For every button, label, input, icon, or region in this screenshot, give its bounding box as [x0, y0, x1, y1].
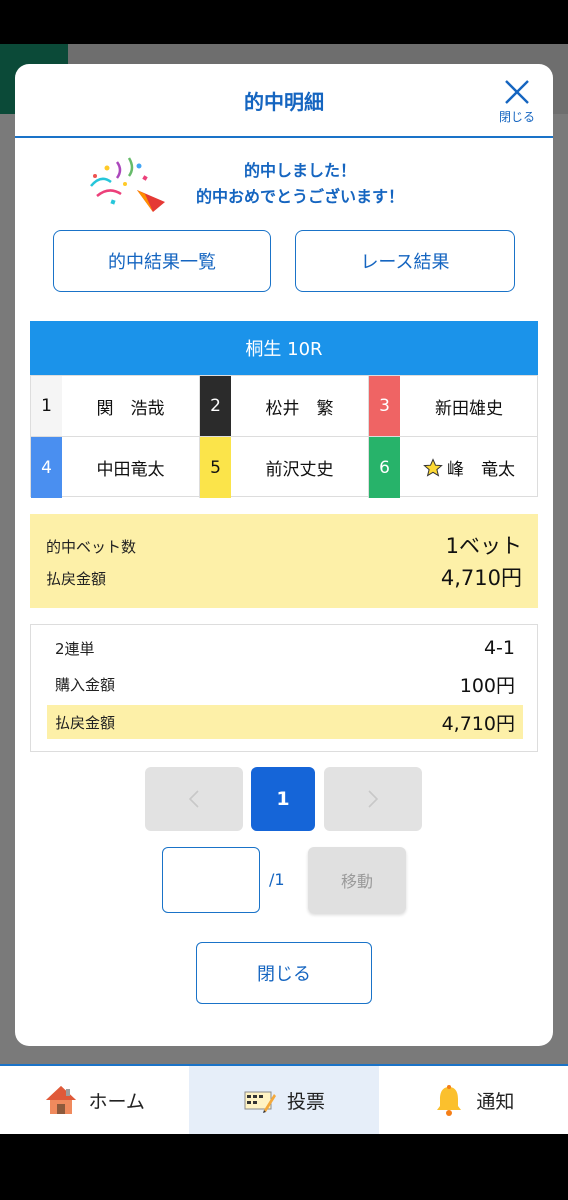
congrats-line-2: 的中おめでとうございます！ — [195, 187, 404, 206]
nav-notify[interactable]: 通知 — [379, 1066, 568, 1134]
nav-home[interactable]: ホーム — [0, 1066, 189, 1134]
detail-payout-label: 払戻金額 — [55, 713, 116, 732]
party-popper-icon — [90, 157, 165, 212]
nav-notify-label: 通知 — [476, 1090, 515, 1113]
nav-vote-label: 投票 — [286, 1090, 325, 1113]
close-icon — [505, 80, 529, 104]
nav-vote[interactable]: 投票 — [189, 1066, 379, 1134]
bet-count-label: 的中ベット数 — [46, 538, 137, 556]
racer-number: 3 — [369, 376, 400, 436]
racer-number: 6 — [369, 437, 400, 498]
status-bar — [0, 0, 568, 44]
current-page-button[interactable]: 1 — [251, 767, 315, 831]
modal-header: 的中明細 閉じる — [15, 64, 553, 138]
race-result-button[interactable]: レース結果 — [295, 230, 515, 292]
racer-1: 1 関 浩哉 — [31, 376, 200, 437]
purchase-value: 100円 — [459, 674, 515, 697]
racer-name: 松井 繁 — [265, 398, 334, 419]
page-total: /1 — [269, 870, 285, 889]
nav-home-label: ホーム — [88, 1090, 145, 1113]
racer-name: 中田竜太 — [96, 460, 165, 480]
page-number-input[interactable] — [162, 847, 260, 913]
next-page-button[interactable] — [324, 767, 422, 831]
hit-list-button[interactable]: 的中結果一覧 — [53, 230, 271, 292]
move-button[interactable]: 移動 — [308, 847, 406, 913]
bell-icon — [437, 1085, 462, 1116]
modal-close-button[interactable]: 閉じる — [495, 76, 539, 128]
purchase-row: 購入金額 100円 — [47, 667, 523, 701]
racer-number: 4 — [31, 437, 62, 498]
racer-4: 4 中田竜太 — [31, 437, 200, 498]
bet-type-row: 2連単 4-1 — [47, 631, 523, 665]
bet-type-label: 2連単 — [55, 639, 95, 658]
chevron-right-icon — [368, 790, 379, 808]
racer-name: 前沢丈史 — [265, 460, 334, 480]
racer-name: 峰 竜太 — [400, 455, 538, 480]
racer-grid: 1 関 浩哉 2 松井 繁 3 新田雄史 4 中田竜太 5 前沢丈史 6 峰 竜… — [30, 375, 538, 498]
star-icon — [423, 457, 443, 477]
payout-value: 4,710円 — [440, 566, 522, 590]
congrats-message: 的中しました！ 的中おめでとうございます！ — [15, 152, 553, 212]
racer-6: 6 峰 竜太 — [369, 437, 538, 498]
racer-number: 2 — [200, 376, 231, 436]
modal-title: 的中明細 — [244, 90, 324, 114]
hit-detail-modal: 的中明細 閉じる 的中しました！ 的中おめでとうございます！ 的中結果一覧 レー… — [15, 64, 553, 1046]
chevron-left-icon — [188, 790, 199, 808]
racer-3: 3 新田雄史 — [369, 376, 538, 437]
bet-type-value: 4-1 — [483, 637, 515, 659]
racer-number: 5 — [200, 437, 231, 498]
payout-label: 払戻金額 — [46, 570, 107, 588]
detail-payout-value: 4,710円 — [441, 712, 515, 735]
racer-5: 5 前沢丈史 — [200, 437, 369, 498]
system-nav-bar — [0, 1134, 568, 1200]
ticket-pen-icon — [244, 1091, 276, 1113]
racer-name: 新田雄史 — [435, 398, 503, 419]
congrats-line-1: 的中しました！ — [243, 161, 356, 180]
bottom-nav: ホーム 投票 通知 — [0, 1064, 568, 1134]
racer-number: 1 — [31, 376, 62, 436]
bet-detail: 2連単 4-1 購入金額 100円 払戻金額 4,710円 — [30, 624, 538, 752]
purchase-label: 購入金額 — [55, 675, 116, 694]
close-button[interactable]: 閉じる — [196, 942, 372, 1004]
racer-name: 関 浩哉 — [96, 398, 165, 419]
close-label: 閉じる — [498, 110, 535, 124]
detail-payout-row: 払戻金額 4,710円 — [47, 705, 523, 739]
racer-2: 2 松井 繁 — [200, 376, 369, 437]
home-icon — [46, 1086, 77, 1114]
race-title: 桐生 10R — [30, 321, 538, 375]
prev-page-button[interactable] — [145, 767, 243, 831]
hit-summary: 的中ベット数 1ベット 払戻金額 4,710円 — [30, 514, 538, 608]
bet-count-value: 1ベット — [445, 534, 522, 558]
